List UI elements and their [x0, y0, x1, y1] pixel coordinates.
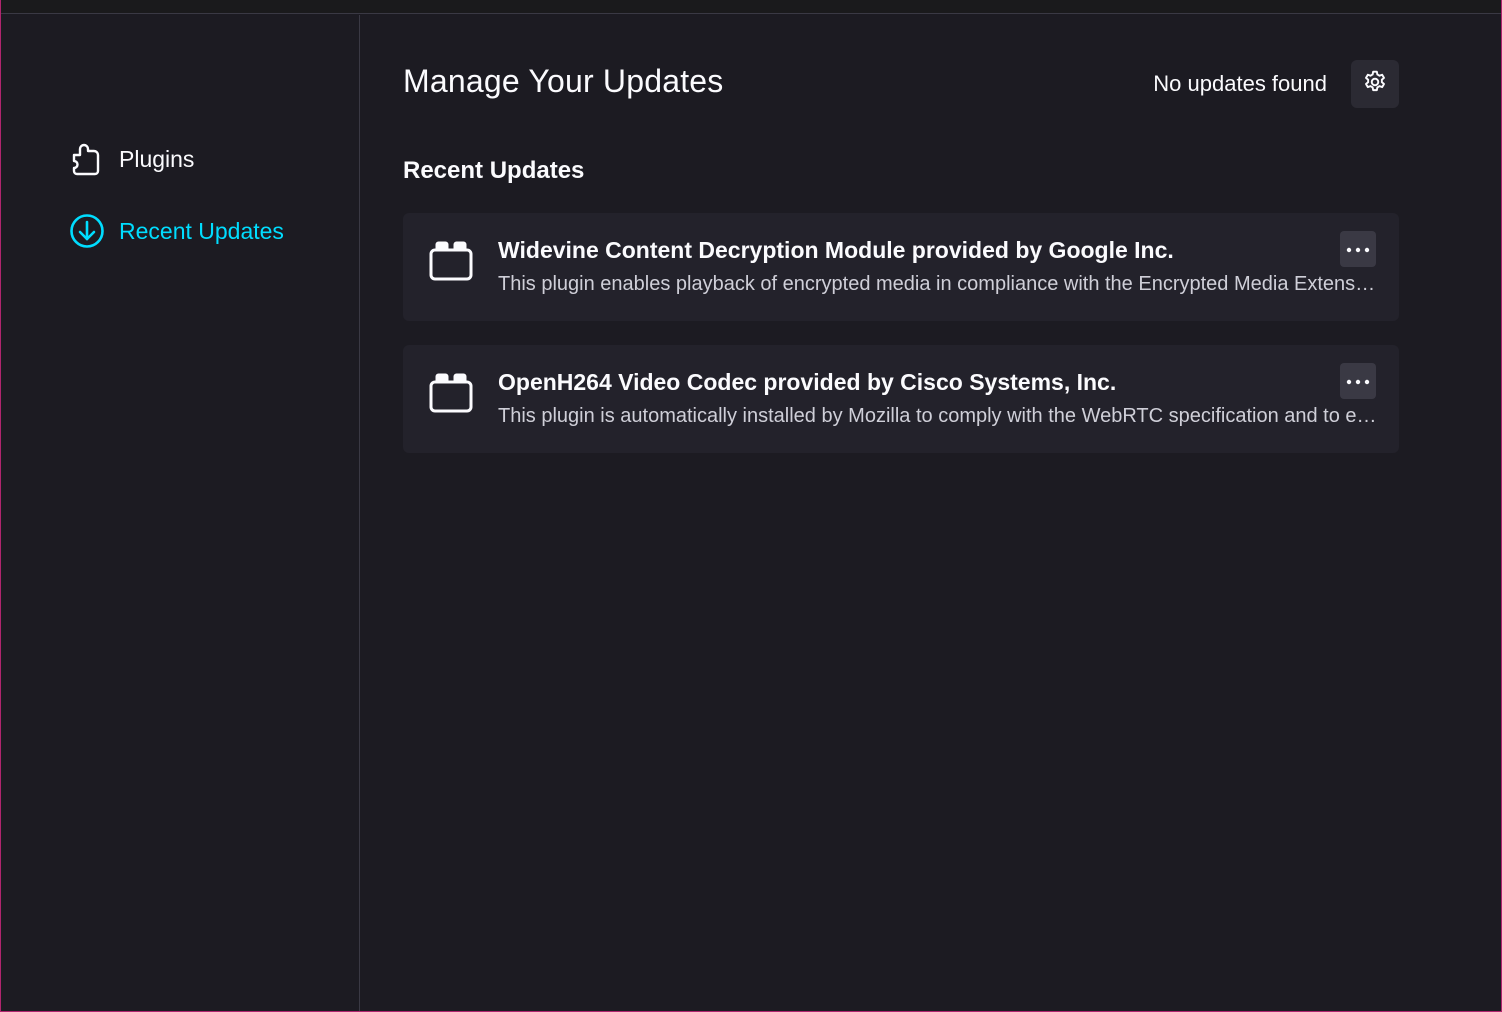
page-title: Manage Your Updates: [403, 63, 724, 99]
update-description: This plugin is automatically installed b…: [498, 405, 1378, 427]
sidebar-item-label: Recent Updates: [119, 217, 284, 244]
sidebar-item-plugins[interactable]: Plugins: [69, 139, 194, 179]
settings-button[interactable]: [1351, 60, 1399, 108]
sidebar-item-recent-updates[interactable]: Recent Updates: [69, 211, 284, 251]
window-top-bar: [0, 0, 1502, 14]
update-name: Widevine Content Decryption Module provi…: [498, 237, 1174, 263]
update-status-text: No updates found: [1153, 71, 1327, 96]
more-options-button[interactable]: [1340, 363, 1376, 399]
update-description: This plugin enables playback of encrypte…: [498, 273, 1378, 295]
plugin-icon: [427, 369, 475, 417]
plugin-icon: [427, 237, 475, 285]
more-options-icon: [1346, 240, 1370, 258]
more-options-icon: [1346, 372, 1370, 390]
update-card[interactable]: OpenH264 Video Codec provided by Cisco S…: [403, 345, 1399, 453]
section-heading: Recent Updates: [403, 157, 585, 184]
main-content: Manage Your Updates No updates found Rec…: [361, 15, 1501, 1011]
sidebar-item-label: Plugins: [119, 145, 195, 172]
more-options-button[interactable]: [1340, 231, 1376, 267]
update-name: OpenH264 Video Codec provided by Cisco S…: [498, 369, 1117, 395]
puzzle-icon: [69, 141, 105, 177]
sidebar: Plugins Recent Updates: [1, 15, 360, 1011]
download-circle-icon: [69, 213, 105, 249]
update-card[interactable]: Widevine Content Decryption Module provi…: [403, 213, 1399, 321]
gear-icon: [1362, 69, 1388, 100]
